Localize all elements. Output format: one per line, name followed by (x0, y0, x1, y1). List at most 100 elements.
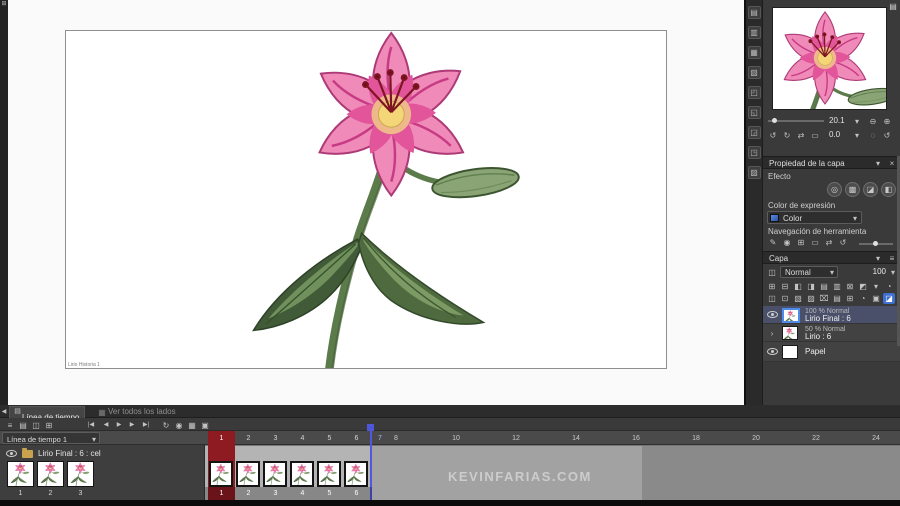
onion-skin-icon[interactable]: ◉ (173, 420, 185, 431)
cel-thumbnail-3[interactable] (67, 461, 94, 487)
active-tool-highlight-icon[interactable]: ◪ (883, 293, 895, 304)
timeline-selector-dropdown[interactable]: Línea de tiempo 1 ▾ (2, 432, 100, 444)
tool-undo-icon[interactable]: ↺ (837, 237, 849, 248)
zoom-out-icon[interactable]: ⊖ (867, 116, 879, 127)
frame-cel-4[interactable] (290, 461, 314, 487)
layer-expander-icon[interactable]: › (766, 328, 778, 339)
layer-lock-alpha-icon[interactable]: ▥ (831, 281, 843, 292)
show-cels-icon[interactable]: ▦ (186, 420, 198, 431)
palette-icon-1[interactable]: ▤ (748, 6, 761, 19)
track-folder-icon[interactable] (22, 450, 33, 458)
show-all-icon[interactable]: ▣ (870, 293, 882, 304)
tab-linea-de-tiempo[interactable]: ▤Línea de tiempo (9, 406, 85, 418)
track-name[interactable]: Lirio Final : 6 : cel (38, 449, 101, 459)
combine-layer-icon[interactable]: ▤ (831, 293, 843, 304)
layer-thumbnail[interactable] (782, 308, 800, 323)
timeline-selector-arrow-icon[interactable]: ▾ (88, 434, 100, 445)
rotate-cw-icon[interactable]: ↻ (781, 130, 793, 141)
palette-icon-2[interactable]: ▥ (748, 26, 761, 39)
dock-grid-icon[interactable]: ⊞ (0, 0, 8, 9)
new-layer-icon[interactable]: ⊞ (766, 281, 778, 292)
frame-cel-2[interactable] (236, 461, 260, 487)
tool-nav-slider-knob[interactable] (873, 241, 878, 246)
layer-lock-icon[interactable]: ▤ (818, 281, 830, 292)
visibility-eye-icon[interactable] (767, 348, 778, 355)
collapse-timeline-icon[interactable]: ◀ (0, 407, 8, 418)
palette-icon-6[interactable]: ◱ (748, 106, 761, 119)
reset-rotation-icon[interactable]: ↺ (881, 130, 893, 141)
remove-layer-icon[interactable]: ⊟ (779, 281, 791, 292)
light-table-icon[interactable]: ▣ (199, 420, 211, 431)
cel-thumbnail-2[interactable] (37, 461, 64, 487)
rotation-spinner-icon[interactable]: ▾ (851, 130, 863, 141)
blend-mode-dropdown[interactable]: Normal ▾ (780, 266, 838, 278)
layer-order-icon[interactable]: ▾ (870, 281, 882, 292)
zoom-slider-knob[interactable] (772, 118, 777, 123)
tool-swap-icon[interactable]: ⇄ (823, 237, 835, 248)
previous-frame-icon[interactable]: ◀ (100, 420, 112, 431)
palette-icon-3[interactable]: ▦ (748, 46, 761, 59)
opacity-value[interactable]: 100 (873, 267, 886, 277)
new-raster-layer-icon[interactable]: ◫ (766, 293, 778, 304)
layer-row-lirio[interactable]: › 50 % Normal Lirio : 6 (763, 324, 900, 342)
new-vector-layer-icon[interactable]: ⊡ (779, 293, 791, 304)
timeline-list-icon[interactable]: ▤ (17, 420, 29, 431)
skip-to-start-icon[interactable]: |◀ (84, 420, 98, 431)
frame-cel-1[interactable] (209, 461, 233, 487)
layer-thumbnail[interactable] (782, 326, 798, 340)
visibility-eye-icon[interactable] (767, 311, 778, 318)
skip-to-end-icon[interactable]: ▶| (139, 420, 153, 431)
track-visibility-eye-icon[interactable] (6, 450, 17, 457)
expression-color-dropdown[interactable]: Color ▾ (767, 211, 862, 224)
layer-mask-icon[interactable]: ◧ (792, 281, 804, 292)
zoom-slider[interactable] (768, 120, 824, 122)
cel-thumbnail-1[interactable] (7, 461, 34, 487)
expression-dropdown-arrow-icon[interactable]: ▾ (849, 213, 861, 224)
layer-row-papel[interactable]: Papel (763, 342, 900, 362)
timeline-add-icon[interactable]: ⊞ (43, 420, 55, 431)
blend-dropdown-arrow-icon[interactable]: ▾ (826, 267, 838, 278)
layer-draft-icon[interactable]: ◩ (857, 281, 869, 292)
navigator-preview[interactable] (772, 7, 887, 110)
reset-view-icon[interactable]: ◌ (867, 130, 879, 141)
layer-row-lirio-final[interactable]: 100 % Normal Lirio Final : 6 (763, 306, 900, 324)
canvas-page[interactable]: Lirio Historia 1 (65, 30, 667, 369)
clip-end-marker-flag[interactable] (367, 424, 374, 431)
rotate-ccw-icon[interactable]: ↺ (767, 130, 779, 141)
timeline-menu-icon[interactable]: ≡ (4, 420, 16, 431)
timeline-cels-icon[interactable]: ◫ (30, 420, 42, 431)
tool-select-icon[interactable]: ▭ (809, 237, 821, 248)
palette-icon-4[interactable]: ▧ (748, 66, 761, 79)
layer-panel-header[interactable]: Capa ▾ ≡ (763, 251, 900, 264)
onion-ref-icon[interactable]: ◔ (857, 293, 869, 304)
merge-down-icon[interactable]: ⊞ (844, 293, 856, 304)
canvas-viewport[interactable]: Lirio Historia 1 (8, 0, 744, 405)
zoom-spinner-icon[interactable]: ▾ (851, 116, 863, 127)
effect-layer-color-icon[interactable]: ◧ (881, 182, 896, 197)
palette-icon-7[interactable]: ◲ (748, 126, 761, 139)
new-folder-icon[interactable]: ▧ (792, 293, 804, 304)
frame-cel-5[interactable] (317, 461, 341, 487)
layer-palette-color-icon[interactable]: ◔ (883, 281, 895, 292)
tool-brush-icon[interactable]: ◉ (781, 237, 793, 248)
effect-extract-line-icon[interactable]: ◪ (863, 182, 878, 197)
layer-reference-icon[interactable]: ⊠ (844, 281, 856, 292)
timeline-bottom-scrollbar[interactable] (0, 500, 900, 506)
next-frame-icon[interactable]: ▶ (126, 420, 138, 431)
panel-menu-icon[interactable]: ▤ (887, 1, 899, 12)
fit-to-window-icon[interactable]: ▭ (809, 130, 821, 141)
transfer-layer-icon[interactable]: ▨ (805, 293, 817, 304)
palette-icon-9[interactable]: ▨ (748, 166, 761, 179)
flip-horizontal-icon[interactable]: ⇄ (795, 130, 807, 141)
frame-cel-3[interactable] (263, 461, 287, 487)
layer-panel-collapse-icon[interactable]: ▾ (872, 253, 884, 264)
layer-property-header[interactable]: Propiedad de la capa ▾ × (763, 156, 900, 169)
collapse-panel-icon[interactable]: ▾ (872, 158, 884, 169)
layer-clip-icon[interactable]: ◨ (805, 281, 817, 292)
effect-tone-icon[interactable]: ▩ (845, 182, 860, 197)
tool-nav-slider[interactable] (859, 243, 893, 245)
play-icon[interactable]: ▶ (113, 420, 125, 431)
tool-grid-icon[interactable]: ⊞ (795, 237, 807, 248)
palette-icon-8[interactable]: ◳ (748, 146, 761, 159)
tool-pen-icon[interactable]: ✎ (767, 237, 779, 248)
